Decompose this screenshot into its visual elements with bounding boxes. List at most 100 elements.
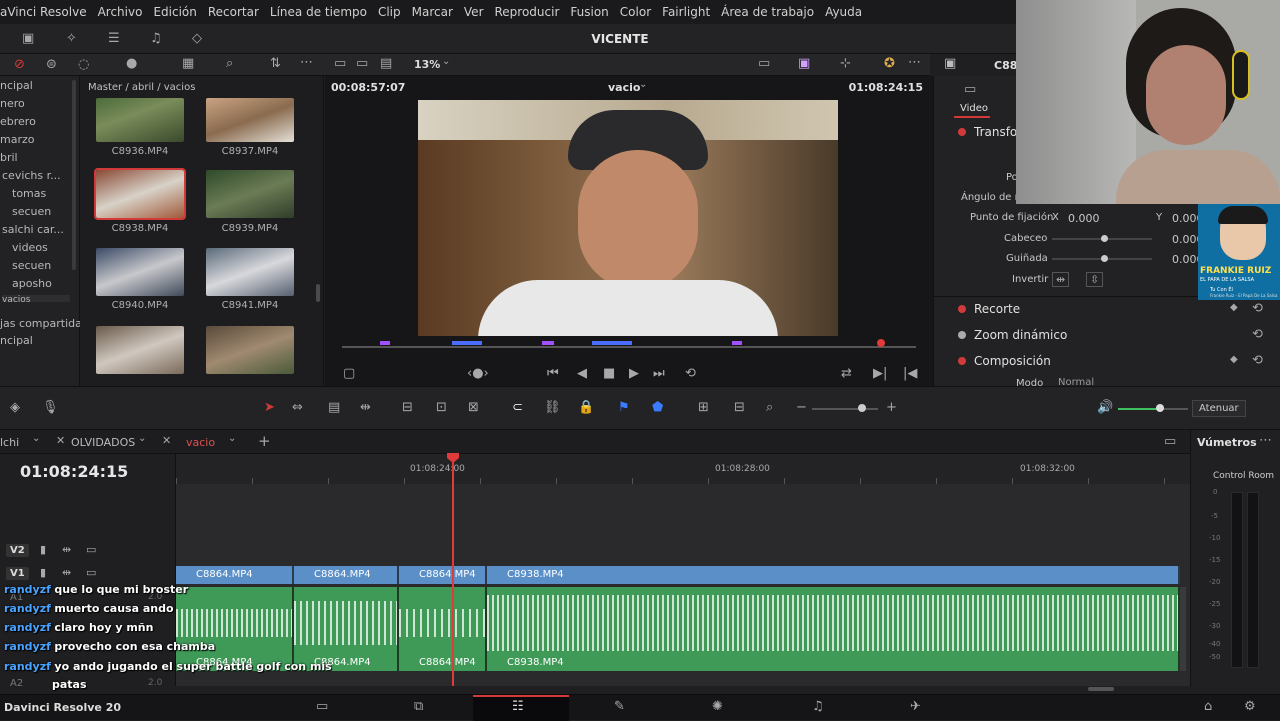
timeline-options-icon[interactable]: ▭	[1164, 434, 1176, 449]
section-dynamic-zoom[interactable]: Zoom dinámico	[974, 328, 1067, 342]
viewer-more-icon[interactable]: ⋯	[908, 55, 921, 70]
menu-edicion[interactable]: Edición	[153, 5, 196, 19]
stop-icon[interactable]: ■	[603, 366, 615, 381]
bin-item[interactable]: marzo	[0, 133, 34, 146]
overwrite-clip-icon[interactable]: ⊡	[436, 400, 447, 415]
track-label-a2[interactable]: A2	[10, 678, 23, 689]
reverse-play-icon[interactable]: ◀	[577, 366, 587, 381]
menu-ayuda[interactable]: Ayuda	[825, 5, 862, 19]
deliver-page-icon[interactable]: ✈	[910, 699, 921, 714]
menu-reproducir[interactable]: Reproducir	[495, 5, 560, 19]
video-clip[interactable]: C8938.MP4	[487, 566, 1180, 584]
bin-item[interactable]: ncipal	[0, 79, 33, 92]
media-pool-icon[interactable]: ▣	[22, 31, 34, 46]
menu-app[interactable]: aVinci Resolve	[0, 5, 87, 19]
video-clip[interactable]: C8864.MP4	[399, 566, 487, 584]
sound-library-icon[interactable]: ♫	[150, 31, 162, 46]
flag-icon[interactable]: ⚑	[618, 400, 630, 415]
chevron-down-icon[interactable]: ⌄	[32, 433, 40, 444]
zoom-slider[interactable]	[812, 408, 878, 410]
tab-video[interactable]: Video	[960, 103, 988, 114]
bin-item[interactable]: nero	[0, 97, 25, 110]
timeline-horizontal-scrollbar[interactable]	[1088, 687, 1114, 691]
prev-edit-icon[interactable]: |◀	[903, 366, 917, 381]
meters-more-icon[interactable]: ⋯	[1259, 433, 1272, 448]
timeline-view-icon[interactable]: ◈	[10, 400, 20, 415]
viewer-mode2-icon[interactable]: ▭	[356, 56, 368, 71]
sort-icon[interactable]: ⇅	[270, 56, 281, 71]
menu-color[interactable]: Color	[620, 5, 651, 19]
close-icon[interactable]: ✕	[56, 434, 65, 447]
more-options-icon[interactable]: ⋯	[300, 55, 313, 70]
media-scrollbar[interactable]	[316, 284, 320, 302]
chevron-down-icon[interactable]: ⌄	[442, 56, 450, 67]
loop-icon[interactable]: ⟲	[685, 366, 696, 381]
color-wheel-icon[interactable]: ✪	[884, 56, 895, 71]
edit-index-icon[interactable]: ☰	[108, 31, 120, 46]
viewer-mode-icon[interactable]: ▭	[334, 56, 346, 71]
trim-tool-icon[interactable]: ⇔	[292, 400, 303, 415]
video-clip[interactable]: C8864.MP4	[176, 566, 294, 584]
tab-timeline[interactable]: OLVIDADOS	[71, 436, 135, 449]
menu-ver[interactable]: Ver	[464, 5, 484, 19]
go-to-start-icon[interactable]: ⏮	[547, 366, 559, 381]
timeline-timecode[interactable]: 01:08:24:15	[20, 462, 128, 481]
track-label-v1[interactable]: V1	[6, 567, 29, 580]
edit-page-icon[interactable]: ☷	[512, 699, 524, 714]
replace-clip-icon[interactable]: ⊠	[468, 400, 479, 415]
chevron-down-icon[interactable]: ⌄	[639, 79, 647, 90]
auto-select-icon[interactable]: ⇹	[62, 543, 71, 556]
menu-archivo[interactable]: Archivo	[98, 5, 143, 19]
bin-item[interactable]: secuen	[12, 259, 51, 272]
track-label-v2[interactable]: V2	[6, 544, 29, 557]
viewer-playhead[interactable]	[877, 339, 885, 347]
auto-select-icon[interactable]: ⇹	[62, 566, 71, 579]
track-enable-icon[interactable]: ▭	[86, 543, 96, 556]
transform-enable-icon[interactable]	[958, 128, 966, 136]
fairlight-page-icon[interactable]: ♫	[812, 699, 824, 714]
section-composite[interactable]: Composición	[974, 354, 1051, 368]
lock-track-icon[interactable]: ▮	[40, 566, 46, 579]
color-page-icon[interactable]: ✺	[712, 699, 723, 714]
jog-icon[interactable]: ‹●›	[467, 366, 489, 381]
chevron-down-icon[interactable]: ⌄	[138, 433, 146, 444]
yaw-slider-handle[interactable]	[1101, 255, 1108, 262]
reset-icon[interactable]: ⟲	[1252, 301, 1263, 316]
clip-thumbnail[interactable]	[206, 248, 294, 296]
position-lock-icon[interactable]: 🔒	[578, 400, 594, 415]
list-view-icon[interactable]: ⊜	[46, 57, 57, 72]
bin-scrollbar[interactable]	[72, 80, 76, 270]
clip-thumbnail-selected[interactable]	[94, 168, 186, 220]
go-to-end-icon[interactable]: ⏭	[653, 366, 665, 381]
zoom-detail-icon[interactable]: ⊟	[734, 400, 745, 415]
clip-thumbnail[interactable]	[206, 98, 294, 142]
zoom-slider-handle[interactable]	[858, 404, 866, 412]
zoom-custom-icon[interactable]: ⌕	[766, 400, 773, 415]
video-tab-icon[interactable]: ▭	[964, 82, 976, 97]
menu-linea-de-tiempo[interactable]: Línea de tiempo	[270, 5, 367, 19]
settings-gear-icon[interactable]: ⚙	[1244, 699, 1256, 714]
dim-audio-button[interactable]: Atenuar	[1192, 400, 1246, 417]
close-icon[interactable]: ✕	[162, 434, 171, 447]
display-icon[interactable]: ▣	[798, 56, 810, 71]
section-transform[interactable]: Transfor	[974, 125, 1022, 139]
volume-slider-handle[interactable]	[1156, 404, 1164, 412]
slider-dot-icon[interactable]: ●	[126, 56, 137, 71]
insert-clip-icon[interactable]: ⊟	[402, 400, 413, 415]
bin-item[interactable]: bril	[0, 151, 18, 164]
fusion-page-icon[interactable]: ✎	[614, 699, 625, 714]
bin-item[interactable]: jas compartidas	[0, 317, 88, 330]
bin-item[interactable]: salchi car...	[2, 223, 64, 236]
viewer-mode3-icon[interactable]: ▤	[380, 56, 392, 71]
safe-frame-icon[interactable]: ▢	[343, 366, 355, 381]
dynamic-trim-icon[interactable]: ▤	[328, 400, 340, 415]
next-edit-icon[interactable]: ▶|	[873, 366, 887, 381]
grid-view-icon[interactable]: ▦	[182, 56, 194, 71]
menu-recortar[interactable]: Recortar	[208, 5, 259, 19]
mixer-icon[interactable]: ◇	[192, 31, 202, 46]
crop-enable-icon[interactable]	[958, 305, 966, 313]
reset-icon[interactable]: ⟲	[1252, 327, 1263, 342]
composite-enable-icon[interactable]	[958, 357, 966, 365]
lock-track-icon[interactable]: ▮	[40, 543, 46, 556]
pitch-slider-handle[interactable]	[1101, 235, 1108, 242]
